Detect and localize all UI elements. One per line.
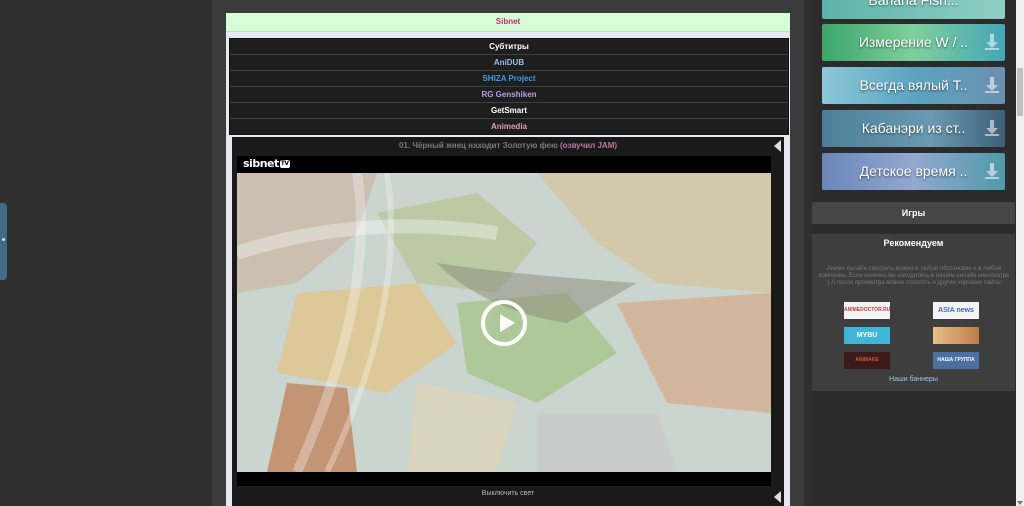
dub-item-anidub[interactable]: AniDUB — [230, 55, 788, 71]
banner-animake[interactable]: ANIMAKE — [844, 352, 890, 369]
lights-off-link[interactable]: Выключить свет — [232, 488, 784, 500]
sibnet-bar: sibnet TV — [237, 156, 771, 173]
main-content: Sibnet Субтитры AniDUB SHIZA Project RG … — [212, 0, 804, 506]
sibnet-logo: sibnet TV — [240, 158, 293, 170]
anime-thumb-5[interactable]: Детское время .. — [822, 153, 1005, 190]
recommend-text: Аниме онлайн смотреть можно в любой обст… — [818, 266, 1010, 286]
download-icon — [985, 77, 999, 93]
dub-item-subtitles[interactable]: Субтитры — [230, 39, 788, 55]
sibnet-logo-tv: TV — [279, 160, 290, 168]
anime-thumb-label: Измерение W / .. — [858, 34, 969, 50]
side-panel-toggle[interactable] — [0, 203, 7, 280]
dub-list: Субтитры AniDUB SHIZA Project RG Genshik… — [229, 38, 789, 135]
banner-vk-group[interactable]: НАША ГРУППА — [933, 352, 979, 369]
anime-thumb-4[interactable]: Кабанэри из ст.. — [822, 110, 1005, 147]
download-icon — [985, 163, 999, 179]
collapse-arrow-icon[interactable] — [774, 140, 781, 152]
banner-animedoctor[interactable]: ANIMEDOCTOR.RU — [844, 302, 890, 319]
banner-anime-girl[interactable] — [933, 327, 979, 344]
anime-thumb-2[interactable]: Измерение W / .. — [822, 24, 1005, 61]
episode-name: 01. Чёрный жнец находит Золотую фею — [398, 141, 558, 150]
games-header[interactable]: Игры — [812, 202, 1015, 224]
anime-thumb-label: Banana Fish... — [868, 0, 959, 8]
scroll-down-arrow-icon[interactable] — [1017, 501, 1023, 505]
video-player[interactable]: sibnet TV — [237, 156, 771, 486]
banner-mybu[interactable]: MYBU — [844, 327, 890, 344]
anime-thumb-1[interactable]: Banana Fish... — [822, 0, 1005, 19]
our-banners-link[interactable]: Наши баннеры — [812, 376, 1015, 383]
player-source-tab[interactable]: Sibnet — [226, 13, 790, 32]
anime-thumb-label: Всегда вялый Т.. — [859, 77, 968, 93]
dub-item-getsmart[interactable]: GetSmart — [230, 103, 788, 119]
episode-voice: (озвучил JAM) — [560, 141, 618, 150]
download-icon — [985, 120, 999, 136]
anime-thumb-label: Детское время .. — [859, 163, 968, 179]
dub-item-animedia[interactable]: Animedia — [230, 119, 788, 134]
anime-thumb-label: Кабанэри из ст.. — [861, 120, 966, 136]
page-scrollbar[interactable] — [1016, 0, 1024, 506]
dub-item-shiza[interactable]: SHIZA Project — [230, 71, 788, 87]
right-sidebar: Banana Fish... Измерение W / .. Всегда в… — [812, 0, 1016, 506]
collapse-arrow-bottom-icon[interactable] — [774, 491, 781, 503]
play-button[interactable] — [481, 300, 527, 346]
recommend-title: Рекомендуем — [883, 238, 944, 248]
player-container: Sibnet Субтитры AniDUB SHIZA Project RG … — [226, 13, 790, 506]
video-thumbnail[interactable] — [237, 173, 771, 472]
anime-thumb-3[interactable]: Всегда вялый Т.. — [822, 67, 1005, 104]
sibnet-logo-text: sibnet — [243, 157, 279, 170]
download-icon — [985, 34, 999, 50]
episode-title: 01. Чёрный жнец находит Золотую фею (озв… — [232, 137, 784, 154]
dub-item-genshiken[interactable]: RG Genshiken — [230, 87, 788, 103]
scrollbar-thumb[interactable] — [1017, 68, 1023, 116]
video-block: 01. Чёрный жнец находит Золотую фею (озв… — [232, 137, 784, 506]
banner-asia-news[interactable]: ASIA news — [933, 302, 979, 319]
recommend-panel: Рекомендуем Аниме онлайн смотреть можно … — [812, 234, 1015, 391]
